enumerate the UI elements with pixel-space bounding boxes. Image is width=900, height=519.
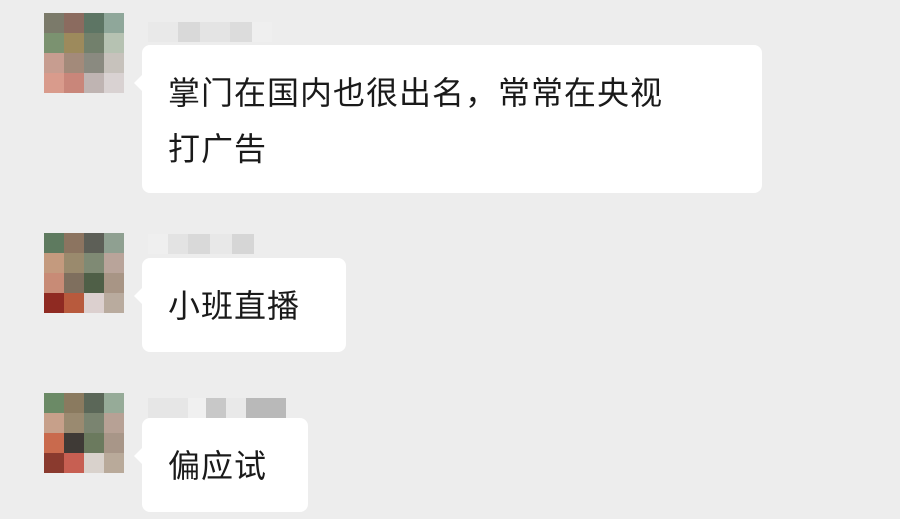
blurred-name-block: [232, 234, 254, 254]
avatar-pixel: [84, 33, 104, 53]
avatar-pixel: [104, 53, 124, 73]
blurred-name-block: [178, 22, 200, 42]
avatar-pixel: [44, 253, 64, 273]
blurred-name-block: [188, 234, 210, 254]
avatar-pixel: [84, 413, 104, 433]
avatar-pixel: [64, 273, 84, 293]
avatar[interactable]: [44, 393, 124, 473]
avatar-pixel: [64, 53, 84, 73]
avatar-pixel: [104, 33, 124, 53]
avatar-pixel: [84, 73, 104, 93]
avatar-pixel: [104, 253, 124, 273]
avatar-pixel: [44, 433, 64, 453]
blurred-name-block: [252, 22, 272, 42]
avatar-pixel: [84, 233, 104, 253]
sender-name-blurred: [148, 234, 254, 254]
avatar-pixel: [44, 73, 64, 93]
avatar-pixel: [44, 273, 64, 293]
blurred-name-block: [148, 234, 168, 254]
avatar-pixel: [84, 453, 104, 473]
blurred-name-block: [168, 234, 188, 254]
blurred-name-block: [226, 398, 246, 418]
avatar-pixel: [44, 293, 64, 313]
blurred-name-block: [206, 398, 226, 418]
avatar-pixel: [44, 453, 64, 473]
avatar-pixel: [64, 433, 84, 453]
blurred-name-block: [246, 398, 286, 418]
avatar-pixel: [104, 273, 124, 293]
avatar-pixel: [44, 33, 64, 53]
message-text-line: 小班直播: [168, 287, 301, 325]
avatar-pixel: [64, 233, 84, 253]
avatar-pixel: [64, 253, 84, 273]
avatar-pixel: [84, 273, 104, 293]
avatar-pixel: [84, 53, 104, 73]
message-bubble[interactable]: 掌门在国内也很出名，常常在央视 打广告: [134, 45, 762, 193]
avatar[interactable]: [44, 13, 124, 93]
avatar-pixel: [104, 413, 124, 433]
avatar-pixel: [104, 293, 124, 313]
avatar-pixel: [64, 73, 84, 93]
avatar-pixel: [64, 453, 84, 473]
blurred-name-block: [148, 398, 188, 418]
avatar-pixel: [84, 433, 104, 453]
avatar-pixel: [84, 13, 104, 33]
avatar-pixel: [44, 393, 64, 413]
sender-name-blurred: [148, 22, 272, 42]
blurred-name-block: [188, 398, 206, 418]
avatar-pixel: [64, 393, 84, 413]
avatar-pixel: [84, 253, 104, 273]
avatar-pixel: [64, 13, 84, 33]
sender-name-blurred: [148, 398, 286, 418]
avatar-pixel: [84, 393, 104, 413]
avatar-pixel: [44, 413, 64, 433]
message-text-line: 打广告: [168, 130, 268, 168]
blurred-name-block: [200, 22, 230, 42]
blurred-name-block: [148, 22, 178, 42]
blurred-name-block: [210, 234, 232, 254]
blurred-name-block: [230, 22, 252, 42]
avatar[interactable]: [44, 233, 124, 313]
message-text-line: 掌门在国内也很出名，常常在央视: [168, 74, 664, 112]
message-bubble[interactable]: 偏应试: [134, 418, 308, 512]
avatar-pixel: [104, 393, 124, 413]
avatar-pixel: [104, 73, 124, 93]
avatar-pixel: [44, 53, 64, 73]
avatar-pixel: [104, 13, 124, 33]
avatar-pixel: [84, 293, 104, 313]
avatar-pixel: [44, 13, 64, 33]
message-text-line: 偏应试: [168, 447, 268, 485]
message-bubble[interactable]: 小班直播: [134, 258, 346, 352]
avatar-pixel: [64, 33, 84, 53]
avatar-pixel: [104, 453, 124, 473]
avatar-pixel: [44, 233, 64, 253]
avatar-pixel: [104, 433, 124, 453]
avatar-pixel: [64, 413, 84, 433]
avatar-pixel: [104, 233, 124, 253]
avatar-pixel: [64, 293, 84, 313]
